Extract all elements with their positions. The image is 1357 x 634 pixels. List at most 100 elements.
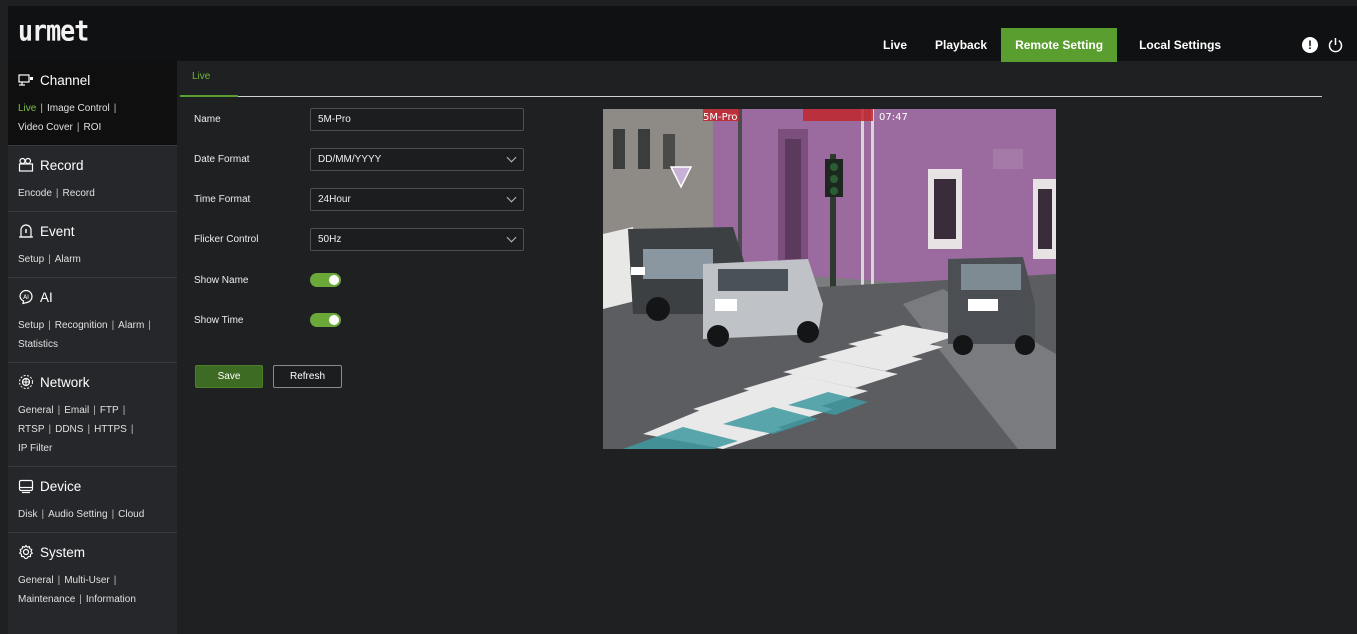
link-roi[interactable]: ROI bbox=[83, 122, 101, 133]
link-rtsp[interactable]: RTSP bbox=[18, 424, 45, 435]
separator: | bbox=[55, 188, 59, 199]
sidebar-title-system: System bbox=[40, 544, 86, 560]
sidebar-links-system: General | Multi-User | Maintenance | Informat… bbox=[8, 571, 177, 609]
refresh-button[interactable]: Refresh bbox=[273, 365, 342, 388]
link-information[interactable]: Information bbox=[86, 594, 136, 605]
separator: | bbox=[93, 405, 96, 416]
sidebar-section-network: Network General | Email | FTP | RTSP | DDNS | HTT… bbox=[8, 363, 177, 467]
sidebar-section-record: Record Encode | Record bbox=[8, 146, 177, 212]
sidebar-head-ai[interactable]: AI AI bbox=[8, 278, 177, 316]
show-time-label: Show Time bbox=[194, 314, 244, 326]
link-ai-alarm[interactable]: Alarm bbox=[118, 320, 144, 331]
link-maintenance[interactable]: Maintenance bbox=[18, 594, 75, 605]
tab-live[interactable]: Live bbox=[180, 65, 238, 97]
link-event-setup[interactable]: Setup bbox=[18, 254, 44, 265]
separator: | bbox=[48, 254, 51, 265]
sidebar-section-ai: AI AI Setup | Recognition | Alarm | Statistic… bbox=[8, 278, 177, 363]
sidebar-title-ai: AI bbox=[40, 289, 53, 305]
power-icon[interactable] bbox=[1328, 37, 1343, 53]
sidebar-title-network: Network bbox=[40, 374, 90, 390]
show-time-row: Show Time bbox=[194, 308, 341, 332]
link-audio-setting[interactable]: Audio Setting bbox=[48, 509, 108, 520]
separator: | bbox=[76, 122, 80, 133]
link-ai-setup[interactable]: Setup bbox=[18, 320, 44, 331]
link-video-cover[interactable]: Video Cover bbox=[18, 122, 73, 133]
link-event-alarm[interactable]: Alarm bbox=[55, 254, 81, 265]
sidebar-head-event[interactable]: Event bbox=[8, 212, 177, 250]
flicker-value: 50Hz bbox=[318, 233, 342, 245]
sidebar-title-device: Device bbox=[40, 478, 82, 494]
alert-icon[interactable]: ! bbox=[1302, 37, 1318, 53]
live-preview[interactable]: 5M-Pro 07:47 bbox=[603, 109, 1056, 449]
brand-logo: urmet bbox=[18, 13, 89, 48]
link-network-general[interactable]: General bbox=[18, 405, 54, 416]
name-row: Name 5M-Pro bbox=[194, 107, 524, 131]
sidebar-head-network[interactable]: Network bbox=[8, 363, 177, 401]
separator: | bbox=[57, 575, 61, 586]
name-value: 5M-Pro bbox=[318, 113, 351, 125]
sidebar-links-record: Encode | Record bbox=[8, 184, 177, 203]
top-bar: urmet Live Playback Remote Setting Local… bbox=[8, 6, 1357, 62]
sidebar-head-device[interactable]: Device bbox=[8, 467, 177, 505]
show-name-toggle[interactable] bbox=[310, 273, 341, 287]
name-field[interactable]: 5M-Pro bbox=[310, 107, 524, 131]
time-format-value: 24Hour bbox=[318, 193, 351, 205]
save-button[interactable]: Save bbox=[195, 365, 263, 388]
sidebar-section-device: Device Disk | Audio Setting | Cloud bbox=[8, 467, 177, 533]
network-icon bbox=[19, 375, 33, 389]
separator: | bbox=[40, 103, 43, 114]
svg-text:AI: AI bbox=[23, 294, 29, 301]
separator: | bbox=[122, 405, 126, 416]
link-email[interactable]: Email bbox=[64, 405, 89, 416]
top-nav: Live Playback Remote Setting Local Setti… bbox=[869, 28, 1235, 62]
nav-playback[interactable]: Playback bbox=[921, 28, 1001, 62]
link-channel-live[interactable]: Live bbox=[18, 103, 36, 114]
toggle-knob bbox=[329, 315, 339, 325]
sidebar-head-channel[interactable]: Channel bbox=[8, 61, 177, 99]
link-cloud[interactable]: Cloud bbox=[118, 509, 144, 520]
sidebar-links-event: Setup | Alarm bbox=[8, 250, 177, 269]
link-image-control[interactable]: Image Control bbox=[47, 103, 110, 114]
separator: | bbox=[113, 575, 117, 586]
osd-timestamp: 07:47 bbox=[879, 112, 908, 123]
show-time-toggle[interactable] bbox=[310, 313, 341, 327]
nav-live[interactable]: Live bbox=[869, 28, 921, 62]
date-format-label: Date Format bbox=[194, 153, 250, 165]
toggle-knob bbox=[329, 275, 339, 285]
main-panel: Live Name 5M-Pro Date Format DD/MM/YYYY … bbox=[180, 65, 1357, 634]
date-format-select[interactable]: DD/MM/YYYY bbox=[310, 147, 524, 171]
channel-icon bbox=[18, 74, 33, 86]
sidebar-head-system[interactable]: System bbox=[8, 533, 177, 571]
date-format-value: DD/MM/YYYY bbox=[318, 153, 382, 165]
link-https[interactable]: HTTPS bbox=[94, 424, 127, 435]
separator: | bbox=[130, 424, 134, 435]
link-ddns[interactable]: DDNS bbox=[55, 424, 83, 435]
flicker-label: Flicker Control bbox=[194, 233, 259, 245]
link-disk[interactable]: Disk bbox=[18, 509, 37, 520]
time-format-label: Time Format bbox=[194, 193, 251, 205]
sidebar-head-record[interactable]: Record bbox=[8, 146, 177, 184]
show-name-row: Show Name bbox=[194, 268, 341, 292]
link-multi-user[interactable]: Multi-User bbox=[64, 575, 110, 586]
sidebar-section-channel: Channel Live | Image Control | Video Cover |… bbox=[8, 61, 177, 146]
link-record[interactable]: Record bbox=[63, 188, 95, 199]
link-system-general[interactable]: General bbox=[18, 575, 54, 586]
link-statistics[interactable]: Statistics bbox=[18, 339, 58, 350]
show-name-label: Show Name bbox=[194, 274, 249, 286]
link-recognition[interactable]: Recognition bbox=[55, 320, 108, 331]
time-format-select[interactable]: 24Hour bbox=[310, 187, 524, 211]
separator: | bbox=[148, 320, 151, 331]
flicker-row: Flicker Control 50Hz bbox=[194, 227, 524, 251]
flicker-select[interactable]: 50Hz bbox=[310, 227, 524, 251]
nav-local-settings[interactable]: Local Settings bbox=[1117, 28, 1235, 62]
date-format-row: Date Format DD/MM/YYYY bbox=[194, 147, 524, 171]
link-ftp[interactable]: FTP bbox=[100, 405, 119, 416]
osd-channel-name: 5M-Pro bbox=[703, 112, 738, 123]
time-format-row: Time Format 24Hour bbox=[194, 187, 524, 211]
nav-remote-setting[interactable]: Remote Setting bbox=[1001, 28, 1118, 62]
record-icon bbox=[18, 157, 34, 172]
link-encode[interactable]: Encode bbox=[18, 188, 52, 199]
ai-icon: AI bbox=[19, 289, 33, 305]
link-ip-filter[interactable]: IP Filter bbox=[18, 443, 52, 454]
top-right-tools: ! bbox=[1302, 37, 1343, 53]
